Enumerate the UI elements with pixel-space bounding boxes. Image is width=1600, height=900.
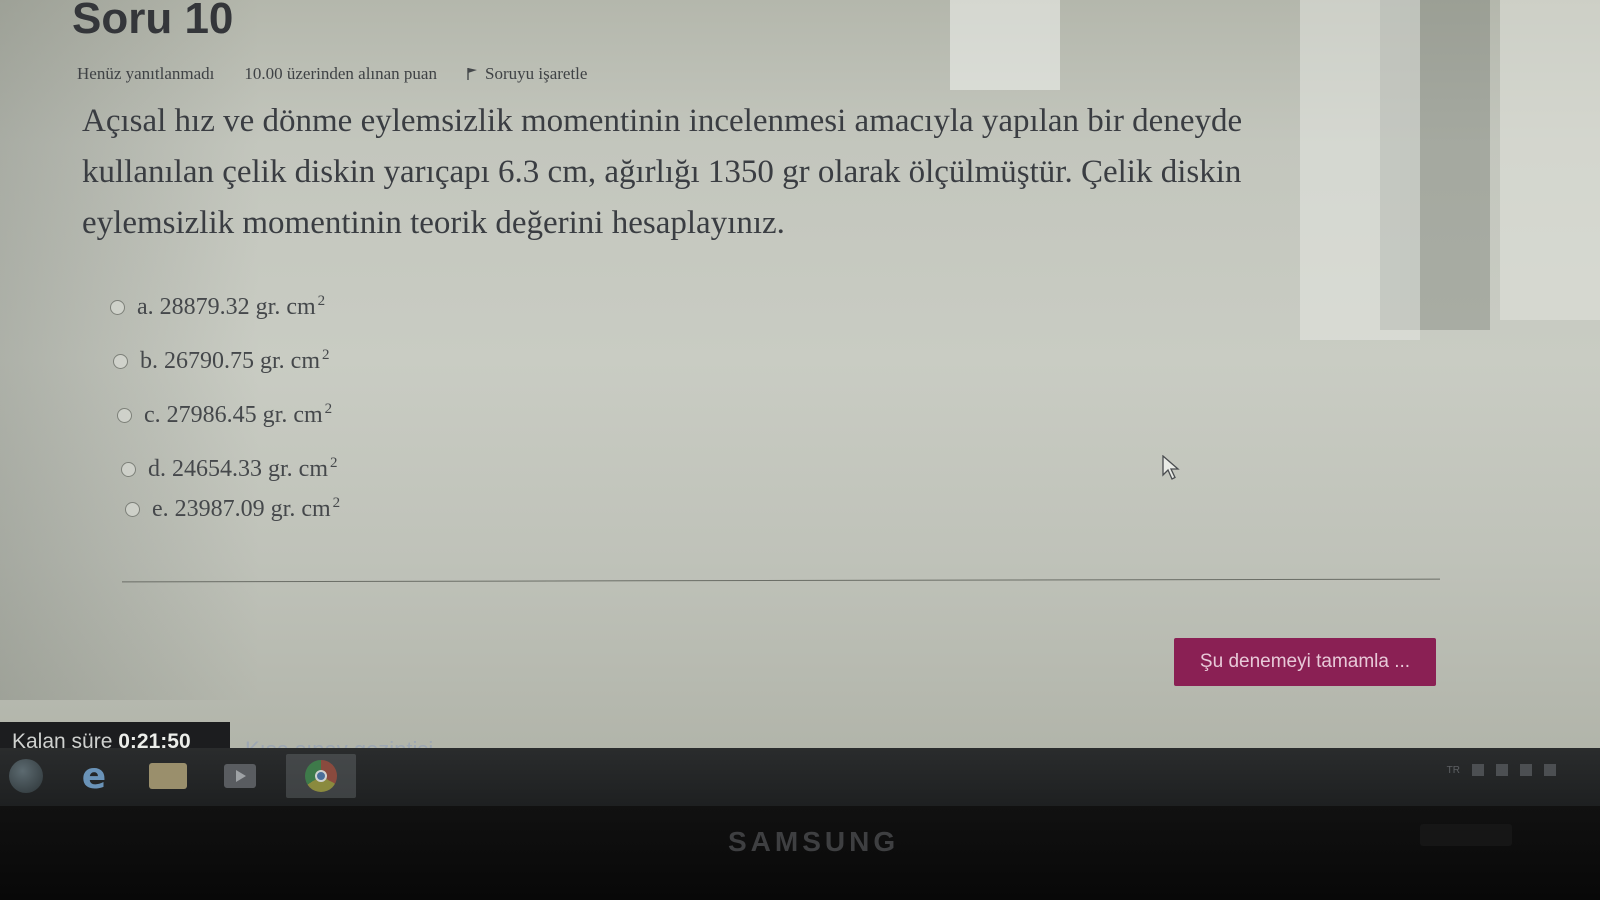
answer-option-b[interactable]: b. 26790.75 gr. cm 2 xyxy=(113,346,340,376)
flag-question-label: Soruyu işaretle xyxy=(484,64,588,83)
network-icon[interactable] xyxy=(1520,764,1532,776)
screen-glare xyxy=(1500,0,1600,320)
monitor-brand-logo: SAMSUNG xyxy=(728,826,900,857)
taskbar-media-player[interactable] xyxy=(216,754,264,798)
taskbar-chrome[interactable] xyxy=(286,754,356,798)
answer-list: a. 28879.32 gr. cm 2 b. 26790.75 gr. cm 2 … xyxy=(110,292,340,524)
answer-option-c[interactable]: c. 27986.45 gr. cm 2 xyxy=(117,400,340,430)
question-info: Henüz yanıtlanmadı 10.00 üzerinden alına… xyxy=(77,64,587,84)
monitor-model-badge xyxy=(1420,824,1512,846)
radio-button[interactable] xyxy=(121,461,136,477)
answer-option-a[interactable]: a. 28879.32 gr. cm 2 xyxy=(110,292,340,322)
question-text: Açısal hız ve dönme eylemsizlik momentin… xyxy=(82,103,1243,241)
radio-button[interactable] xyxy=(117,407,132,423)
screen-glare xyxy=(1380,0,1490,330)
question-title: Soru 10 xyxy=(72,0,234,43)
taskbar: e TR xyxy=(0,748,1600,806)
radio-button[interactable] xyxy=(110,299,125,315)
flag-icon xyxy=(467,68,477,80)
start-orb-icon xyxy=(9,759,43,793)
radio-button[interactable] xyxy=(113,353,128,369)
chrome-icon xyxy=(305,760,337,792)
flag-icon[interactable] xyxy=(1472,764,1484,776)
mouse-cursor-icon xyxy=(1162,455,1180,480)
answer-label: b. 26790.75 gr. cm 2 xyxy=(140,347,330,374)
system-tray: TR xyxy=(1447,764,1568,776)
battery-icon[interactable] xyxy=(1496,764,1508,776)
divider xyxy=(122,578,1440,583)
answer-label: d. 24654.33 gr. cm 2 xyxy=(148,455,338,482)
taskbar-file-explorer[interactable] xyxy=(144,754,192,798)
answer-label: c. 27986.45 gr. cm 2 xyxy=(144,401,333,428)
taskbar-internet-explorer[interactable]: e xyxy=(70,754,118,798)
answer-label: a. 28879.32 gr. cm 2 xyxy=(137,293,326,320)
media-player-icon xyxy=(224,764,256,788)
folder-icon xyxy=(149,763,187,789)
radio-button[interactable] xyxy=(125,501,140,517)
question-points: 10.00 üzerinden alınan puan xyxy=(244,64,437,83)
flag-question-link[interactable]: Soruyu işaretle xyxy=(467,64,587,84)
screen-glare xyxy=(950,0,1060,90)
answer-label: e. 23987.09 gr. cm 2 xyxy=(152,495,341,522)
answer-option-d[interactable]: d. 24654.33 gr. cm 2 xyxy=(121,454,340,484)
browser-viewport: Soru 10 Henüz yanıtlanmadı 10.00 üzerind… xyxy=(0,0,1600,800)
start-button[interactable] xyxy=(2,754,50,798)
tray-language[interactable]: TR xyxy=(1447,765,1460,776)
internet-explorer-icon: e xyxy=(81,755,107,797)
volume-icon[interactable] xyxy=(1544,764,1556,776)
finish-attempt-button[interactable]: Şu denemeyi tamamla ... xyxy=(1174,638,1436,686)
question-status: Henüz yanıtlanmadı xyxy=(77,64,215,83)
answer-option-e[interactable]: e. 23987.09 gr. cm 2 xyxy=(125,494,340,524)
